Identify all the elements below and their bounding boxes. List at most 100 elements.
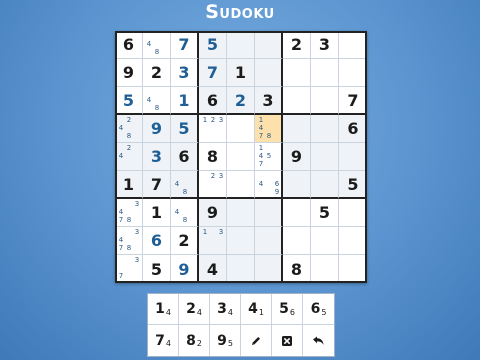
cell-r8c9[interactable] [339, 227, 367, 255]
cell-r5c4[interactable]: 8 [199, 143, 227, 171]
cell-r7c2[interactable]: 1 [143, 199, 171, 227]
cell-r9c2[interactable]: 5 [143, 255, 171, 283]
cell-r6c8[interactable] [311, 171, 339, 199]
digit-2-button[interactable]: 24 [179, 294, 210, 325]
remaining-count: 5 [321, 307, 327, 317]
cell-r9c5[interactable] [227, 255, 255, 283]
cell-r2c5[interactable]: 1 [227, 59, 255, 87]
cell-r1c7[interactable]: 2 [283, 31, 311, 59]
cell-r1c4[interactable]: 5 [199, 31, 227, 59]
pencil-button[interactable] [241, 325, 272, 356]
cell-r6c2[interactable]: 7 [143, 171, 171, 199]
digit-7-button[interactable]: 74 [148, 325, 179, 356]
cell-r5c5[interactable] [227, 143, 255, 171]
digit-5-button[interactable]: 56 [272, 294, 303, 325]
cell-r6c6[interactable]: 4 69 [255, 171, 283, 199]
candidate-empty [153, 32, 161, 40]
cell-value: 3 [150, 147, 163, 166]
cell-r9c8[interactable] [311, 255, 339, 283]
cell-r8c8[interactable] [311, 227, 339, 255]
digit-6-button[interactable]: 65 [303, 294, 334, 325]
cell-r4c1[interactable]: 248 [115, 115, 143, 143]
cell-r9c3[interactable]: 9 [171, 255, 199, 283]
candidate-3: 3 [134, 228, 140, 236]
cell-r8c1[interactable]: 3 478 [115, 227, 143, 255]
cell-r2c2[interactable]: 2 [143, 59, 171, 87]
cell-r8c5[interactable] [227, 227, 255, 255]
cell-r5c9[interactable] [339, 143, 367, 171]
cell-r6c3[interactable]: 48 [171, 171, 199, 199]
cell-r5c6[interactable]: 1457 [255, 143, 283, 171]
cell-r3c7[interactable] [283, 87, 311, 115]
cell-r1c2[interactable]: 48 [143, 31, 171, 59]
cell-r2c4[interactable]: 7 [199, 59, 227, 87]
cell-r6c7[interactable] [283, 171, 311, 199]
cell-r2c9[interactable] [339, 59, 367, 87]
digit-4-button[interactable]: 41 [241, 294, 272, 325]
cell-r3c3[interactable]: 1 [171, 87, 199, 115]
cell-r3c4[interactable]: 6 [199, 87, 227, 115]
erase-button[interactable] [272, 325, 303, 356]
cell-r2c3[interactable]: 3 [171, 59, 199, 87]
cell-r3c5[interactable]: 2 [227, 87, 255, 115]
cell-r8c4[interactable]: 13 [199, 227, 227, 255]
cell-r9c6[interactable] [255, 255, 283, 283]
cell-r7c7[interactable] [283, 199, 311, 227]
cell-r8c6[interactable] [255, 227, 283, 255]
cell-r1c9[interactable] [339, 31, 367, 59]
cell-r5c2[interactable]: 3 [143, 143, 171, 171]
candidate-empty [265, 180, 273, 188]
cell-r4c3[interactable]: 5 [171, 115, 199, 143]
cell-r8c7[interactable] [283, 227, 311, 255]
cell-r9c1[interactable]: 37 [115, 255, 143, 283]
candidate-empty [153, 88, 161, 96]
cell-r2c7[interactable] [283, 59, 311, 87]
digit-9-button[interactable]: 95 [210, 325, 241, 356]
cell-r5c1[interactable]: 24 [115, 143, 143, 171]
cell-r4c5[interactable] [227, 115, 255, 143]
cell-r9c7[interactable]: 8 [283, 255, 311, 283]
cell-r3c8[interactable] [311, 87, 339, 115]
cell-r4c4[interactable]: 123 [199, 115, 227, 143]
digit-8-button[interactable]: 82 [179, 325, 210, 356]
cell-r4c2[interactable]: 9 [143, 115, 171, 143]
cell-r1c5[interactable] [227, 31, 255, 59]
undo-button[interactable] [303, 325, 334, 356]
cell-r7c3[interactable]: 48 [171, 199, 199, 227]
cell-r9c9[interactable] [339, 255, 367, 283]
cell-r3c6[interactable]: 3 [255, 87, 283, 115]
cell-r6c9[interactable]: 5 [339, 171, 367, 199]
cell-r1c3[interactable]: 7 [171, 31, 199, 59]
cell-r2c8[interactable] [311, 59, 339, 87]
cell-r4c7[interactable] [283, 115, 311, 143]
cell-r2c1[interactable]: 9 [115, 59, 143, 87]
cell-r7c6[interactable] [255, 199, 283, 227]
cell-r7c8[interactable]: 5 [311, 199, 339, 227]
cell-r7c9[interactable] [339, 199, 367, 227]
cell-r1c1[interactable]: 6 [115, 31, 143, 59]
cell-r8c2[interactable]: 6 [143, 227, 171, 255]
cell-r7c1[interactable]: 3 478 [115, 199, 143, 227]
digit-3-button[interactable]: 34 [210, 294, 241, 325]
cell-r7c4[interactable]: 9 [199, 199, 227, 227]
cell-r1c8[interactable]: 3 [311, 31, 339, 59]
cell-r4c8[interactable] [311, 115, 339, 143]
cell-r3c1[interactable]: 5 [115, 87, 143, 115]
cell-r6c5[interactable] [227, 171, 255, 199]
cell-r6c4[interactable]: 23 [199, 171, 227, 199]
cell-r9c4[interactable]: 4 [199, 255, 227, 283]
cell-r3c2[interactable]: 48 [143, 87, 171, 115]
cell-r8c3[interactable]: 2 [171, 227, 199, 255]
cell-r6c1[interactable]: 1 [115, 171, 143, 199]
cell-r5c3[interactable]: 6 [171, 143, 199, 171]
cell-r1c6[interactable] [255, 31, 283, 59]
digit-1-button[interactable]: 14 [148, 294, 179, 325]
cell-r2c6[interactable] [255, 59, 283, 87]
sudoku-board: 6487523923715481623724895123147862436814… [115, 31, 367, 283]
cell-r4c9[interactable]: 6 [339, 115, 367, 143]
cell-r7c5[interactable] [227, 199, 255, 227]
cell-r5c8[interactable] [311, 143, 339, 171]
cell-r3c9[interactable]: 7 [339, 87, 367, 115]
cell-r5c7[interactable]: 9 [283, 143, 311, 171]
cell-r4c6[interactable]: 1478 [255, 115, 283, 143]
